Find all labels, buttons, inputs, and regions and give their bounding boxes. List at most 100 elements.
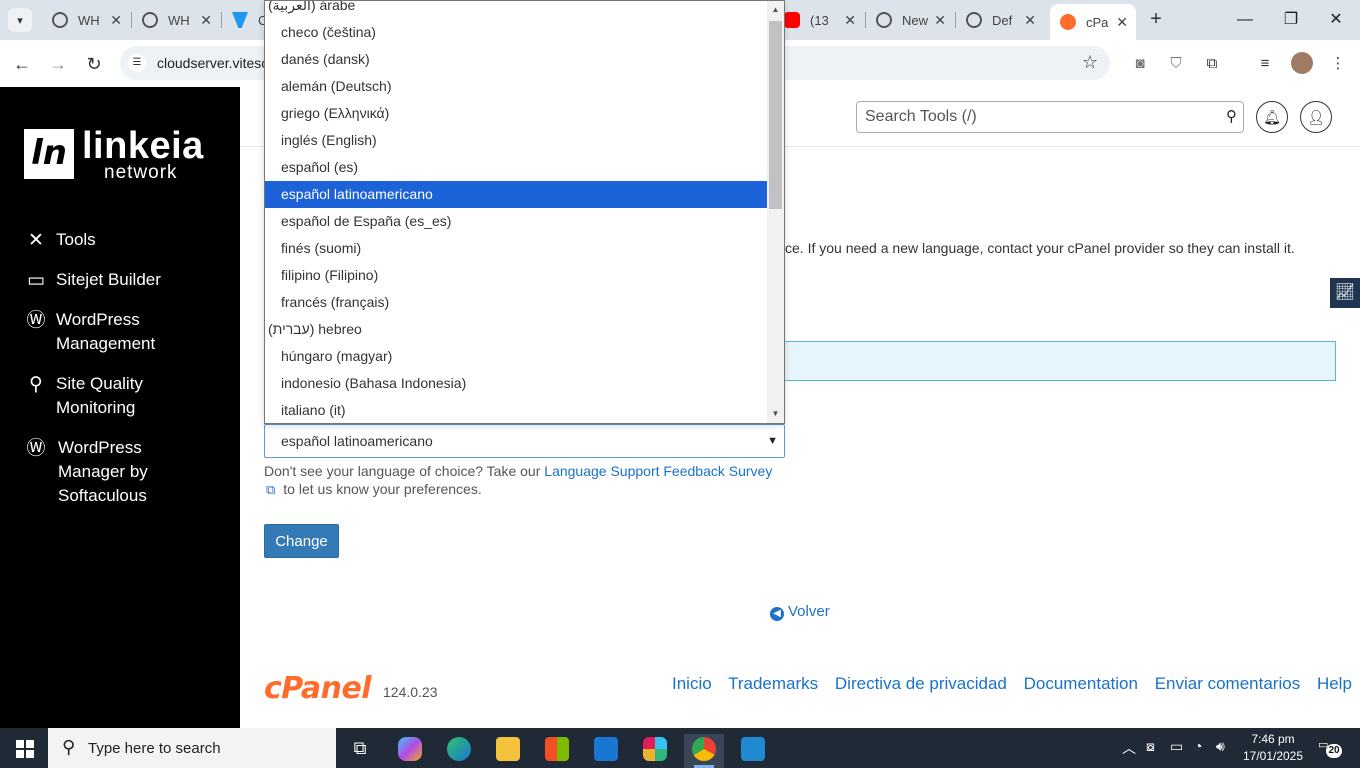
language-option[interactable]: danés (dansk) — [265, 46, 768, 73]
user-account-icon[interactable]: 👤︎ — [1300, 101, 1332, 133]
browser-tab[interactable]: Def ✕ — [956, 4, 1044, 36]
footer-link-inicio[interactable]: Inicio — [672, 674, 712, 693]
language-option[interactable]: filipino (Filipino) — [265, 262, 768, 289]
forward-icon[interactable]: → — [44, 50, 72, 78]
task-view-icon[interactable]: ⧉ — [340, 734, 380, 768]
language-option[interactable]: húngaro (magyar) — [265, 343, 768, 370]
taskbar-search-input[interactable] — [88, 738, 328, 758]
language-option[interactable]: italiano (it) — [265, 397, 768, 423]
sidebar-item-wordpress-manager-softaculous[interactable]: Ⓦ WordPress Manager by Softaculous — [24, 436, 194, 508]
browser-tab-active[interactable]: cPa ✕ — [1050, 4, 1136, 40]
language-option[interactable]: español (es) — [265, 154, 768, 181]
close-window-button[interactable]: ✕ — [1316, 6, 1356, 34]
external-link-icon[interactable]: ⧉ — [266, 482, 275, 497]
show-hidden-icons-icon[interactable]: ︿ — [1122, 738, 1136, 758]
footer-link-documentation[interactable]: Documentation — [1024, 674, 1138, 693]
browser-menu-icon[interactable]: ⋮ — [1327, 53, 1349, 75]
shield-extension-icon[interactable]: ⛉ — [1165, 53, 1187, 75]
language-option[interactable]: checo (čeština) — [265, 19, 768, 46]
language-select[interactable]: español latinoamericano ▼ — [264, 424, 785, 458]
restore-window-button[interactable]: ❐ — [1271, 6, 1311, 34]
language-option[interactable]: alemán (Deutsch) — [265, 73, 768, 100]
scrollbar-thumb[interactable] — [769, 21, 782, 209]
browser-tab[interactable]: WH ✕ — [132, 4, 220, 36]
camera-icon[interactable]: ◙ — [1129, 53, 1151, 75]
language-option[interactable]: (עברית) hebreo — [265, 316, 768, 343]
volume-icon[interactable]: 🔊︎ — [1216, 738, 1225, 755]
language-survey-link[interactable]: Language Support Feedback Survey — [544, 463, 772, 479]
vscode-icon[interactable] — [733, 734, 773, 768]
edge-icon[interactable] — [439, 734, 479, 768]
microsoft-store-icon[interactable] — [537, 734, 577, 768]
change-button[interactable]: Change — [264, 524, 339, 558]
tab-search-chevron-icon[interactable]: ▾ — [8, 8, 32, 32]
close-tab-icon[interactable]: ✕ — [1116, 14, 1128, 31]
sidebar-item-tools[interactable]: ✕ Tools — [24, 228, 224, 252]
language-option[interactable]: finés (suomi) — [265, 235, 768, 262]
footer-link-privacy[interactable]: Directiva de privacidad — [835, 674, 1007, 693]
browser-tab[interactable]: WH ✕ — [42, 4, 130, 36]
slack-icon[interactable] — [635, 734, 675, 768]
close-tab-icon[interactable]: ✕ — [844, 12, 856, 29]
profile-avatar[interactable] — [1291, 52, 1313, 74]
meet-now-icon[interactable]: ⧇ — [1146, 738, 1155, 755]
back-icon[interactable]: ← — [8, 50, 36, 78]
mail-icon[interactable] — [586, 734, 626, 768]
windows-start-icon[interactable] — [16, 740, 34, 758]
sidebar-item-sitejet-builder[interactable]: ▭ Sitejet Builder — [24, 268, 224, 292]
sidebar-item-site-quality-monitoring[interactable]: ⚲ Site Quality Monitoring — [24, 372, 194, 420]
globe-icon — [966, 12, 982, 28]
language-option[interactable]: francés (français) — [265, 289, 768, 316]
battery-icon[interactable]: ▭ — [1170, 738, 1183, 755]
bookmark-star-icon[interactable]: ☆ — [1082, 52, 1098, 73]
language-dropdown-list[interactable]: (العربية) árabe checo (čeština) danés (dan… — [264, 0, 785, 424]
browser-tab[interactable]: New ✕ — [866, 4, 954, 36]
language-help-text-2: ⧉ to let us know your preferences. — [266, 481, 482, 497]
dropdown-scrollbar[interactable]: ▲ ▼ — [767, 1, 784, 423]
search-tools-input[interactable] — [865, 107, 1205, 127]
language-option[interactable]: indonesio (Bahasa Indonesia) — [265, 370, 768, 397]
close-tab-icon[interactable]: ✕ — [200, 12, 212, 29]
browser-tab[interactable]: C — [222, 4, 264, 36]
vite-icon — [232, 12, 248, 28]
new-tab-button[interactable]: + — [1144, 8, 1168, 32]
minimize-window-button[interactable]: — — [1225, 6, 1265, 34]
footer-link-feedback[interactable]: Enviar comentarios — [1155, 674, 1301, 693]
url-text[interactable]: cloudserver.vitesc — [157, 55, 268, 71]
linkeia-logo[interactable]: ln linkeia network — [24, 125, 224, 187]
language-option[interactable]: español de España (es_es) — [265, 208, 768, 235]
sidebar-item-wordpress-management[interactable]: Ⓦ WordPress Management — [24, 308, 194, 356]
footer-link-trademarks[interactable]: Trademarks — [728, 674, 818, 693]
browser-tab[interactable]: (13 ✕ — [784, 4, 864, 36]
wifi-icon[interactable]: ◔ — [1194, 738, 1202, 754]
taskbar-search-box[interactable]: ⚲ — [48, 728, 336, 768]
taskbar-clock[interactable]: 7:46 pm 17/01/2025 — [1238, 731, 1308, 765]
back-link[interactable]: ◀ Volver — [770, 603, 830, 621]
stats-chart-icon[interactable]: 📈︎ — [1330, 278, 1360, 308]
wordpress-icon: Ⓦ — [26, 310, 46, 331]
close-tab-icon[interactable]: ✕ — [110, 12, 122, 29]
extensions-puzzle-icon[interactable]: ⧉ — [1201, 53, 1223, 75]
language-option[interactable]: español latinoamericano — [265, 181, 768, 208]
site-info-icon[interactable]: ☰ — [128, 54, 146, 72]
sitejet-icon: ▭ — [27, 270, 45, 291]
notification-center-icon[interactable]: ▭ 20 — [1318, 738, 1342, 758]
language-option[interactable]: inglés (English) — [265, 127, 768, 154]
media-controls-icon[interactable]: ≡ — [1254, 53, 1276, 75]
file-explorer-icon[interactable] — [488, 734, 528, 768]
language-option[interactable]: (العربية) árabe — [265, 1, 768, 19]
search-tools-box[interactable]: ⚲ — [856, 101, 1244, 133]
search-icon[interactable]: ⚲ — [1226, 107, 1237, 125]
close-tab-icon[interactable]: ✕ — [934, 12, 946, 29]
close-tab-icon[interactable]: ✕ — [1024, 12, 1036, 29]
footer-link-help[interactable]: Help — [1317, 674, 1352, 693]
copilot-icon[interactable] — [390, 734, 430, 768]
wordpress-icon: Ⓦ — [26, 438, 46, 459]
reload-icon[interactable]: ↻ — [80, 50, 108, 78]
chrome-icon[interactable] — [684, 734, 724, 768]
notifications-bell-icon[interactable]: 🔔︎ — [1256, 101, 1288, 133]
scroll-up-arrow-icon[interactable]: ▲ — [767, 1, 784, 19]
language-option[interactable]: griego (Ελληνικά) — [265, 100, 768, 127]
scroll-down-arrow-icon[interactable]: ▼ — [767, 405, 784, 423]
logo-subtitle: network — [104, 162, 178, 183]
